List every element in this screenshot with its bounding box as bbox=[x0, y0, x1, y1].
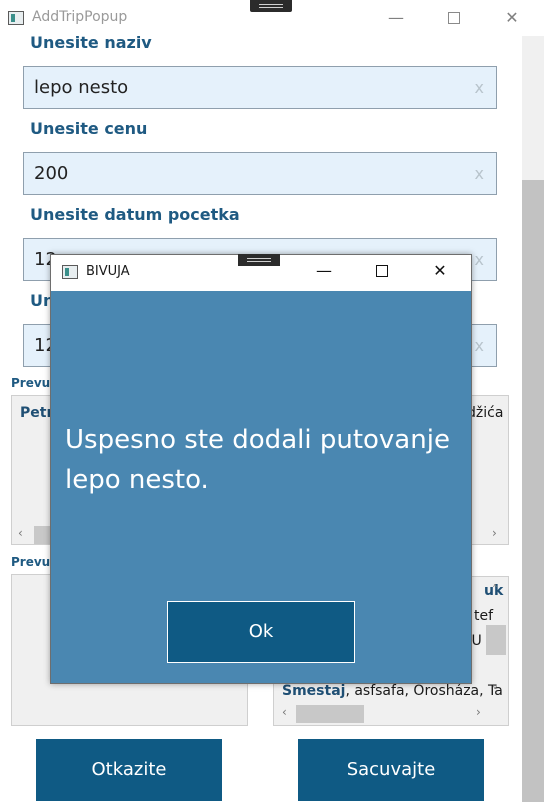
close-button[interactable]: ✕ bbox=[492, 5, 532, 31]
clear-end-date-button[interactable]: x bbox=[475, 325, 484, 366]
cancel-button[interactable]: Otkazite bbox=[36, 739, 222, 801]
price-input[interactable]: 200 x bbox=[23, 152, 497, 195]
window-title: AddTripPopup bbox=[32, 9, 128, 25]
ok-button[interactable]: Ok bbox=[167, 601, 355, 663]
list-item[interactable]: tef bbox=[474, 608, 493, 624]
maximize-icon bbox=[376, 265, 388, 277]
list-item-rest: , asfsafa, Orosháza, Ta bbox=[345, 683, 503, 699]
price-input-value: 200 bbox=[34, 163, 69, 184]
scroll-up-icon[interactable]: ˄ bbox=[492, 583, 498, 597]
minimize-button[interactable]: — bbox=[376, 5, 416, 31]
clear-price-button[interactable]: x bbox=[475, 153, 484, 194]
clear-name-button[interactable]: x bbox=[475, 67, 484, 108]
vertical-scrollbar-thumb[interactable] bbox=[522, 180, 544, 802]
bottom-right-hscroll-thumb[interactable] bbox=[296, 705, 364, 723]
dialog-maximize-button[interactable] bbox=[362, 258, 402, 284]
app-icon bbox=[8, 11, 24, 25]
list-item[interactable]: džića bbox=[467, 405, 503, 421]
scroll-right-icon[interactable]: › bbox=[476, 705, 481, 719]
name-input-value: lepo nesto bbox=[34, 77, 129, 98]
name-input[interactable]: lepo nesto x bbox=[23, 66, 497, 109]
price-label: Unesite cenu bbox=[30, 119, 148, 138]
dialog-close-button[interactable]: ✕ bbox=[420, 258, 460, 284]
list-item-text: tef bbox=[474, 608, 494, 624]
scroll-left-icon[interactable]: ‹ bbox=[282, 705, 287, 719]
maximize-icon bbox=[448, 12, 460, 24]
dialog-minimize-button[interactable]: — bbox=[304, 258, 344, 284]
dialog-title: BIVUJA bbox=[86, 264, 130, 279]
save-button[interactable]: Sacuvajte bbox=[298, 739, 484, 801]
bottom-right-vscroll-thumb[interactable] bbox=[486, 625, 506, 655]
scroll-right-icon[interactable]: › bbox=[492, 526, 497, 540]
start-date-label: Unesite datum pocetka bbox=[30, 205, 240, 224]
name-label: Unesite naziv bbox=[30, 33, 152, 52]
dialog-drag-handle[interactable] bbox=[238, 254, 280, 266]
maximize-button[interactable] bbox=[434, 5, 474, 31]
dialog-message: Uspesno ste dodali putovanje lepo nesto. bbox=[65, 425, 450, 495]
clear-start-date-button[interactable]: x bbox=[475, 239, 484, 280]
list-item[interactable]: Smestaj, asfsafa, Orosháza, Ta bbox=[282, 683, 503, 699]
list-item-bold: Smestaj bbox=[282, 683, 346, 699]
dialog-app-icon bbox=[62, 265, 78, 279]
list-item-text: džića bbox=[467, 405, 504, 421]
drag-handle[interactable] bbox=[250, 0, 292, 12]
scroll-left-icon[interactable]: ‹ bbox=[18, 526, 23, 540]
